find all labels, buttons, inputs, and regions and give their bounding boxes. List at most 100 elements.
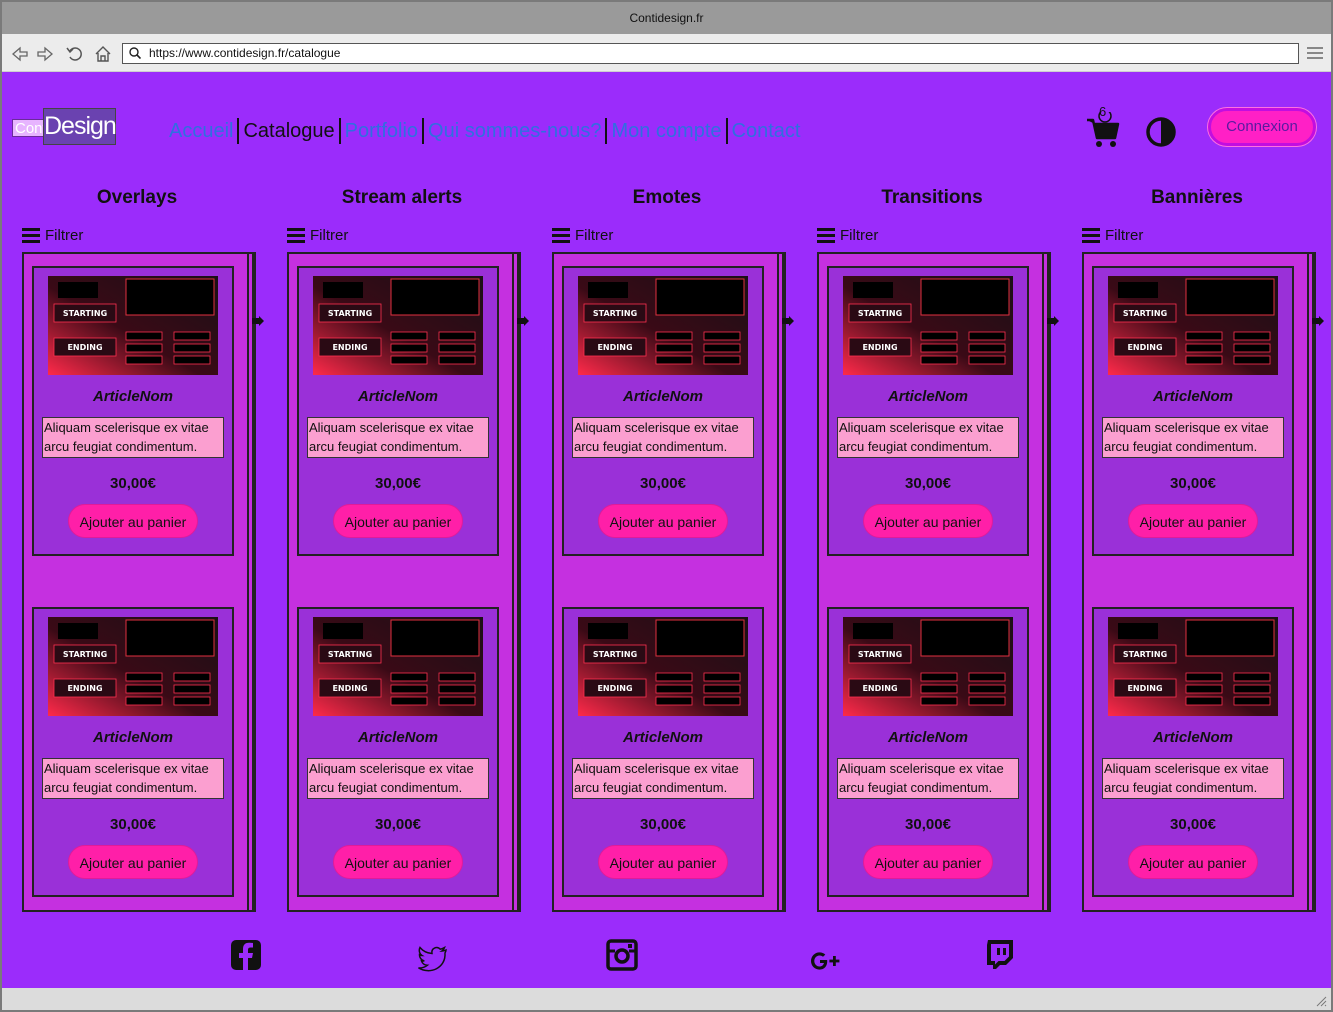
column-title: Stream alerts — [341, 187, 463, 208]
scroll-arrow-icon[interactable] — [782, 316, 794, 326]
add-to-cart-button[interactable]: Ajouter au panier — [333, 504, 463, 538]
thumb-ending-label: ENDING — [332, 343, 367, 352]
scroll-rail[interactable] — [1047, 254, 1049, 910]
scroll-rail[interactable] — [1312, 254, 1314, 910]
product-card: STARTING ENDING ArticleNom Aliquam scele… — [827, 266, 1029, 556]
product-description: Aliquam scelerisque ex vitae arcu feugia… — [837, 417, 1019, 458]
thumb-starting-label: STARTING — [63, 309, 107, 318]
add-to-cart-button[interactable]: Ajouter au panier — [1128, 845, 1258, 879]
scroll-arrow-icon[interactable] — [1312, 316, 1324, 326]
product-thumbnail[interactable]: STARTING ENDING — [313, 276, 483, 375]
filter-button[interactable]: Filtrer — [552, 225, 613, 245]
hamburger-icon — [1082, 228, 1100, 243]
home-icon[interactable] — [93, 44, 113, 64]
thumb-starting-label: STARTING — [1123, 650, 1167, 659]
product-thumbnail[interactable]: STARTING ENDING — [48, 276, 218, 375]
contrast-toggle-icon[interactable] — [1145, 116, 1177, 148]
product-price: 30,00€ — [905, 475, 951, 492]
thumb-starting-label: STARTING — [328, 650, 372, 659]
back-icon[interactable] — [10, 44, 30, 64]
add-to-cart-button[interactable]: Ajouter au panier — [68, 845, 198, 879]
add-to-cart-button[interactable]: Ajouter au panier — [68, 504, 198, 538]
facebook-icon[interactable] — [229, 938, 263, 972]
product-description: Aliquam scelerisque ex vitae arcu feugia… — [42, 417, 224, 458]
product-name: ArticleNom — [357, 388, 439, 405]
thumb-starting-label: STARTING — [328, 309, 372, 318]
product-panel: STARTING ENDING ArticleNom Aliquam scele… — [1082, 252, 1324, 912]
address-bar[interactable]: https://www.contidesign.fr/catalogue — [122, 43, 1299, 64]
product-name: ArticleNom — [357, 729, 439, 746]
hamburger-icon — [22, 228, 40, 243]
product-thumbnail[interactable]: STARTING ENDING — [48, 617, 218, 716]
product-thumbnail[interactable]: STARTING ENDING — [1108, 617, 1278, 716]
product-name: ArticleNom — [887, 729, 969, 746]
nav-accueil[interactable]: Accueil — [165, 118, 240, 144]
add-to-cart-button[interactable]: Ajouter au panier — [1128, 504, 1258, 538]
add-to-cart-button[interactable]: Ajouter au panier — [863, 845, 993, 879]
product-thumbnail[interactable]: STARTING ENDING — [313, 617, 483, 716]
thumb-ending-label: ENDING — [597, 343, 632, 352]
product-thumbnail[interactable]: STARTING ENDING — [843, 276, 1013, 375]
scroll-rail[interactable] — [252, 254, 254, 910]
login-button[interactable]: Connexion — [1208, 108, 1316, 146]
thumb-starting-label: STARTING — [593, 309, 637, 318]
add-to-cart-button[interactable]: Ajouter au panier — [863, 504, 993, 538]
add-to-cart-button[interactable]: Ajouter au panier — [598, 504, 728, 538]
filter-label: Filtrer — [575, 226, 614, 244]
scroll-rail[interactable] — [782, 254, 784, 910]
product-description: Aliquam scelerisque ex vitae arcu feugia… — [1102, 758, 1284, 799]
product-panel: STARTING ENDING ArticleNom Aliquam scele… — [817, 252, 1059, 912]
product-name: ArticleNom — [887, 388, 969, 405]
product-panel: STARTING ENDING ArticleNom Aliquam scele… — [287, 252, 529, 912]
filter-label: Filtrer — [45, 226, 84, 244]
product-description: Aliquam scelerisque ex vitae arcu feugia… — [572, 417, 754, 458]
add-to-cart-button[interactable]: Ajouter au panier — [598, 845, 728, 879]
column-title: Overlays — [96, 187, 178, 208]
twitter-icon[interactable] — [416, 942, 450, 976]
nav-contact[interactable]: Contact — [728, 118, 805, 144]
forward-icon[interactable] — [35, 44, 55, 64]
browser-window: Contidesign.fr https://www.contidesign.f… — [0, 0, 1333, 1012]
product-thumbnail[interactable]: STARTING ENDING — [843, 617, 1013, 716]
scroll-rail[interactable] — [517, 254, 519, 910]
column-title: Bannières — [1151, 187, 1243, 208]
scroll-arrow-icon[interactable] — [252, 316, 264, 326]
google-plus-icon[interactable] — [810, 944, 844, 978]
filter-button[interactable]: Filtrer — [817, 225, 878, 245]
nav-catalogue[interactable]: Catalogue — [239, 118, 341, 144]
product-thumbnail[interactable]: STARTING ENDING — [578, 617, 748, 716]
nav-mon-compte[interactable]: Mon compte — [607, 118, 728, 144]
product-thumbnail[interactable]: STARTING ENDING — [578, 276, 748, 375]
search-icon — [129, 47, 141, 59]
scroll-arrow-icon[interactable] — [517, 316, 529, 326]
product-description: Aliquam scelerisque ex vitae arcu feugia… — [307, 417, 489, 458]
browser-menu-icon[interactable] — [1307, 46, 1323, 60]
product-card: STARTING ENDING ArticleNom Aliquam scele… — [562, 607, 764, 897]
product-price: 30,00€ — [905, 816, 951, 833]
resize-grip-icon[interactable] — [1315, 995, 1327, 1007]
filter-button[interactable]: Filtrer — [22, 225, 83, 245]
scroll-arrow-icon[interactable] — [1047, 316, 1059, 326]
nav-qui-sommes-nous[interactable]: Qui sommes-nous? — [424, 118, 608, 144]
site-logo[interactable]: Conti Design — [12, 108, 117, 145]
filter-button[interactable]: Filtrer — [1082, 225, 1143, 245]
filter-button[interactable]: Filtrer — [287, 225, 348, 245]
nav-portfolio[interactable]: Portfolio — [341, 118, 425, 144]
product-name: ArticleNom — [1152, 729, 1234, 746]
reload-icon[interactable] — [65, 44, 85, 64]
product-name: ArticleNom — [1152, 388, 1234, 405]
hamburger-icon — [552, 228, 570, 243]
product-price: 30,00€ — [110, 475, 156, 492]
add-to-cart-button[interactable]: Ajouter au panier — [333, 845, 463, 879]
scroll-rail-inner — [247, 254, 249, 910]
thumb-ending-label: ENDING — [862, 684, 897, 693]
product-name: ArticleNom — [622, 729, 704, 746]
product-thumbnail[interactable]: STARTING ENDING — [1108, 276, 1278, 375]
product-price: 30,00€ — [640, 475, 686, 492]
product-description: Aliquam scelerisque ex vitae arcu feugia… — [1102, 417, 1284, 458]
thumb-starting-label: STARTING — [63, 650, 107, 659]
status-bar — [2, 988, 1331, 1010]
instagram-icon[interactable] — [605, 938, 639, 972]
twitch-icon[interactable] — [983, 938, 1017, 972]
product-description: Aliquam scelerisque ex vitae arcu feugia… — [307, 758, 489, 799]
